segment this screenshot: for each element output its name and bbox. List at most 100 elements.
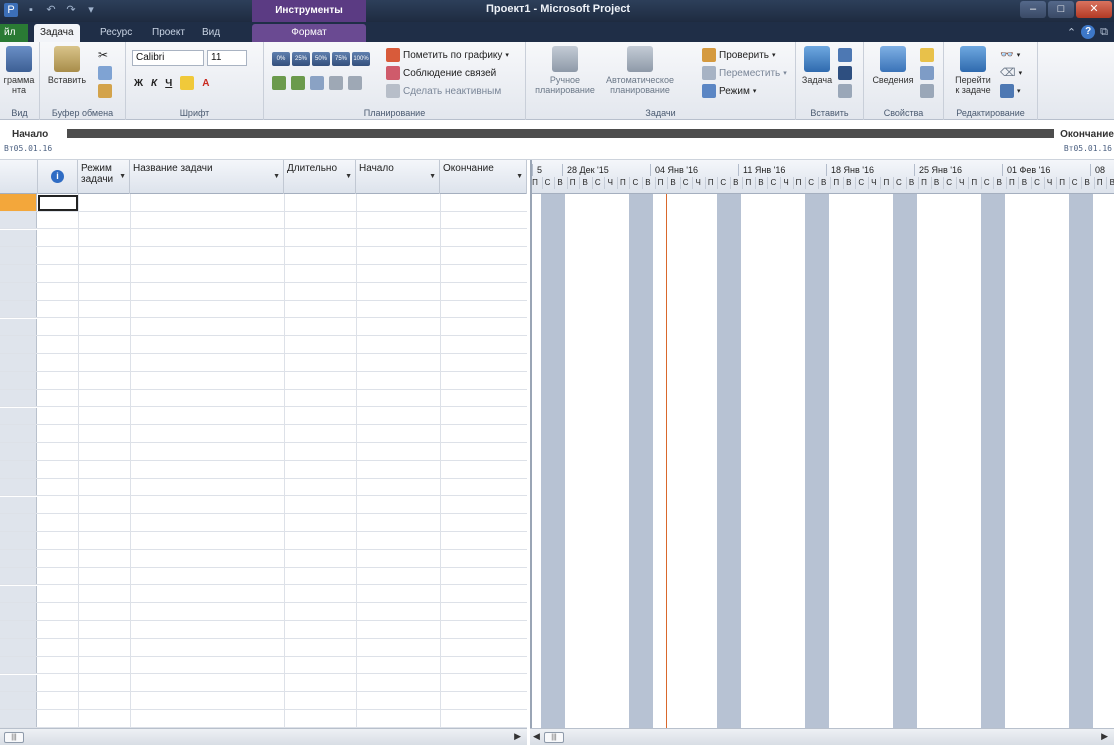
minimize-ribbon-icon[interactable]: ⌃: [1067, 26, 1076, 39]
pct-75-button[interactable]: 75%: [332, 52, 350, 66]
outdent-icon[interactable]: [272, 76, 286, 90]
table-row[interactable]: [0, 496, 527, 515]
table-row[interactable]: [0, 461, 527, 479]
row-header[interactable]: [0, 514, 37, 531]
font-name-dropdown[interactable]: Calibri: [132, 50, 204, 66]
table-row[interactable]: [0, 354, 527, 372]
table-row[interactable]: [0, 247, 527, 265]
gantt-chart[interactable]: 5 28 Дек '15 04 Янв '16 11 Янв '16 18 Янв '1…: [530, 160, 1114, 728]
row-header[interactable]: [0, 194, 37, 211]
scroll-left-arrow-icon[interactable]: ◀: [533, 731, 540, 742]
pct-25-button[interactable]: 25%: [292, 52, 310, 66]
maximize-button[interactable]: □: [1048, 1, 1074, 18]
pct-100-button[interactable]: 100%: [352, 52, 370, 66]
select-all-corner[interactable]: [0, 160, 38, 194]
table-row[interactable]: [0, 372, 527, 390]
row-header[interactable]: [0, 389, 37, 407]
row-header[interactable]: [0, 283, 37, 300]
row-header[interactable]: [0, 211, 37, 229]
restore-window-icon[interactable]: ⧉: [1100, 26, 1108, 39]
customize-qat-icon[interactable]: ▾: [84, 3, 98, 17]
help-icon[interactable]: ?: [1081, 25, 1096, 39]
mark-on-track-button[interactable]: Пометить по графику ▾: [386, 48, 509, 62]
scroll-right-arrow-icon[interactable]: ▶: [514, 731, 521, 742]
table-row[interactable]: [0, 692, 527, 710]
paste-button[interactable]: Вставить: [46, 46, 88, 85]
table-row[interactable]: [0, 194, 527, 212]
table-row[interactable]: [0, 478, 527, 497]
table-row[interactable]: [0, 229, 527, 248]
italic-button[interactable]: К: [151, 78, 157, 89]
row-header[interactable]: [0, 372, 37, 389]
project-app-icon[interactable]: P: [4, 3, 18, 17]
redo-icon[interactable]: ↷: [64, 3, 78, 17]
table-row[interactable]: [0, 585, 527, 604]
auto-schedule-button[interactable]: Автоматическое планирование: [600, 46, 680, 95]
row-header[interactable]: [0, 425, 37, 442]
row-header[interactable]: [0, 461, 37, 478]
table-row[interactable]: [0, 532, 527, 550]
table-row[interactable]: [0, 674, 527, 693]
tab-task[interactable]: Задача: [34, 24, 80, 42]
column-header-finish[interactable]: Окончание ▼: [440, 160, 527, 194]
clear-button[interactable]: ⌫ ▾: [1000, 66, 1022, 79]
row-header[interactable]: [0, 496, 37, 514]
row-header[interactable]: [0, 639, 37, 656]
table-row[interactable]: [0, 407, 527, 426]
insert-summary-button[interactable]: [838, 48, 852, 62]
insert-deliverable-button[interactable]: [838, 84, 852, 98]
table-row[interactable]: [0, 389, 527, 408]
row-header[interactable]: [0, 710, 37, 727]
gantt-horizontal-scrollbar[interactable]: ◀ ||| ▶: [530, 728, 1114, 745]
row-header[interactable]: [0, 567, 37, 585]
column-header-task-mode[interactable]: Режим задачи ▼: [78, 160, 130, 194]
minimize-button[interactable]: –: [1020, 1, 1046, 18]
gantt-chart-button[interactable]: грамма нта: [0, 46, 38, 95]
row-header[interactable]: [0, 300, 37, 318]
details-button[interactable]: [920, 66, 934, 80]
undo-icon[interactable]: ↶: [44, 3, 58, 17]
row-header[interactable]: [0, 318, 37, 336]
bold-button[interactable]: Ж: [134, 78, 143, 89]
chevron-down-icon[interactable]: ▼: [273, 171, 280, 182]
save-icon[interactable]: ▪: [24, 3, 38, 17]
timeline-view[interactable]: Начало Вт05.01.16 Окончание Вт05.01.16: [0, 120, 1114, 160]
underline-button[interactable]: Ч: [165, 78, 172, 89]
information-button[interactable]: Сведения: [870, 46, 916, 85]
row-header[interactable]: [0, 247, 37, 264]
pct-50-button[interactable]: 50%: [312, 52, 330, 66]
table-row[interactable]: [0, 211, 527, 230]
table-row[interactable]: [0, 639, 527, 657]
selected-cell[interactable]: [38, 195, 78, 211]
font-size-dropdown[interactable]: 11: [207, 50, 247, 66]
scroll-to-task-button[interactable]: Перейти к задаче: [950, 46, 996, 95]
row-header[interactable]: [0, 621, 37, 638]
chevron-down-icon[interactable]: ▼: [516, 171, 523, 182]
table-row[interactable]: [0, 514, 527, 532]
chevron-down-icon[interactable]: ▼: [345, 171, 352, 182]
table-row[interactable]: [0, 710, 527, 728]
chevron-down-icon[interactable]: ▼: [429, 171, 436, 182]
chevron-down-icon[interactable]: ▼: [119, 171, 126, 182]
tab-project[interactable]: Проект: [146, 24, 191, 42]
row-header[interactable]: [0, 407, 37, 425]
row-header[interactable]: [0, 656, 37, 674]
table-row[interactable]: [0, 283, 527, 301]
inspect-button[interactable]: Проверить ▾: [702, 48, 776, 62]
row-header[interactable]: [0, 229, 37, 247]
inactivate-button[interactable]: Сделать неактивным: [386, 84, 501, 98]
tab-file[interactable]: йл: [0, 24, 28, 42]
row-header[interactable]: [0, 674, 37, 692]
table-row[interactable]: [0, 603, 527, 621]
column-header-task-name[interactable]: Название задачи ▼: [130, 160, 284, 194]
add-to-timeline-button[interactable]: [920, 84, 934, 98]
table-row[interactable]: [0, 567, 527, 586]
column-header-indicators[interactable]: i: [38, 160, 78, 194]
tab-view[interactable]: Вид: [196, 24, 226, 42]
mode-button[interactable]: Режим ▾: [702, 84, 756, 98]
scroll-right-arrow-icon[interactable]: ▶: [1101, 731, 1108, 742]
manual-schedule-button[interactable]: Ручное планирование: [534, 46, 596, 95]
respect-links-button[interactable]: Соблюдение связей: [386, 66, 496, 80]
table-row[interactable]: [0, 425, 527, 443]
link-tasks-icon[interactable]: [329, 76, 343, 90]
